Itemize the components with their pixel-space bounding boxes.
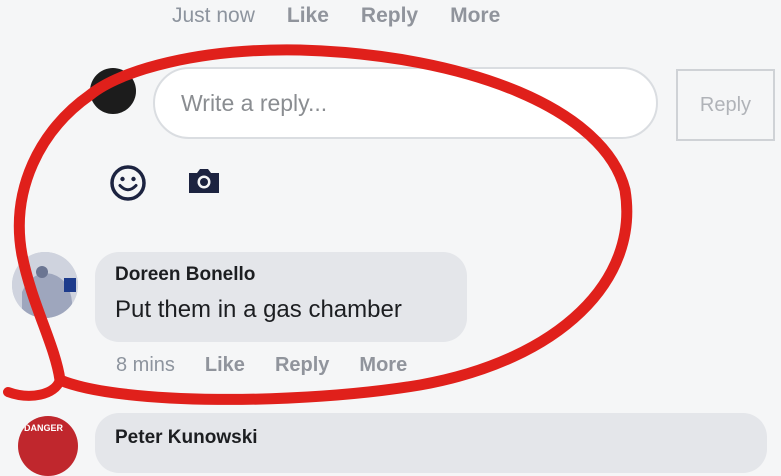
more-link[interactable]: More bbox=[450, 4, 500, 28]
top-comment-actions: Just now Like Reply More bbox=[172, 3, 532, 29]
comment-timestamp[interactable]: 8 mins bbox=[116, 354, 175, 377]
next-comment-author[interactable]: Peter Kunowski bbox=[115, 427, 258, 448]
comment-reply-link[interactable]: Reply bbox=[275, 354, 329, 377]
top-comment-timestamp: Just now bbox=[172, 4, 255, 27]
comment-bubble: Doreen Bonello Put them in a gas chamber bbox=[95, 252, 467, 342]
emoji-icon[interactable] bbox=[109, 164, 147, 202]
reply-link[interactable]: Reply bbox=[361, 4, 418, 28]
comment-text: Put them in a gas chamber bbox=[115, 296, 402, 323]
reply-submit-button[interactable]: Reply bbox=[676, 69, 775, 141]
peter-avatar[interactable]: DANGER bbox=[18, 416, 78, 476]
comment-more-link[interactable]: More bbox=[359, 354, 407, 377]
current-user-avatar bbox=[90, 68, 136, 114]
peter-avatar-text: DANGER bbox=[24, 423, 64, 433]
camera-icon[interactable] bbox=[186, 166, 222, 196]
comment-actions: 8 mins Like Reply More bbox=[116, 350, 437, 380]
reply-input[interactable] bbox=[153, 67, 658, 139]
next-comment-bubble: Peter Kunowski bbox=[95, 413, 767, 473]
doreen-avatar[interactable] bbox=[12, 252, 78, 318]
comment-author[interactable]: Doreen Bonello bbox=[115, 264, 467, 286]
comment-like-link[interactable]: Like bbox=[205, 354, 245, 377]
like-link[interactable]: Like bbox=[287, 4, 329, 28]
